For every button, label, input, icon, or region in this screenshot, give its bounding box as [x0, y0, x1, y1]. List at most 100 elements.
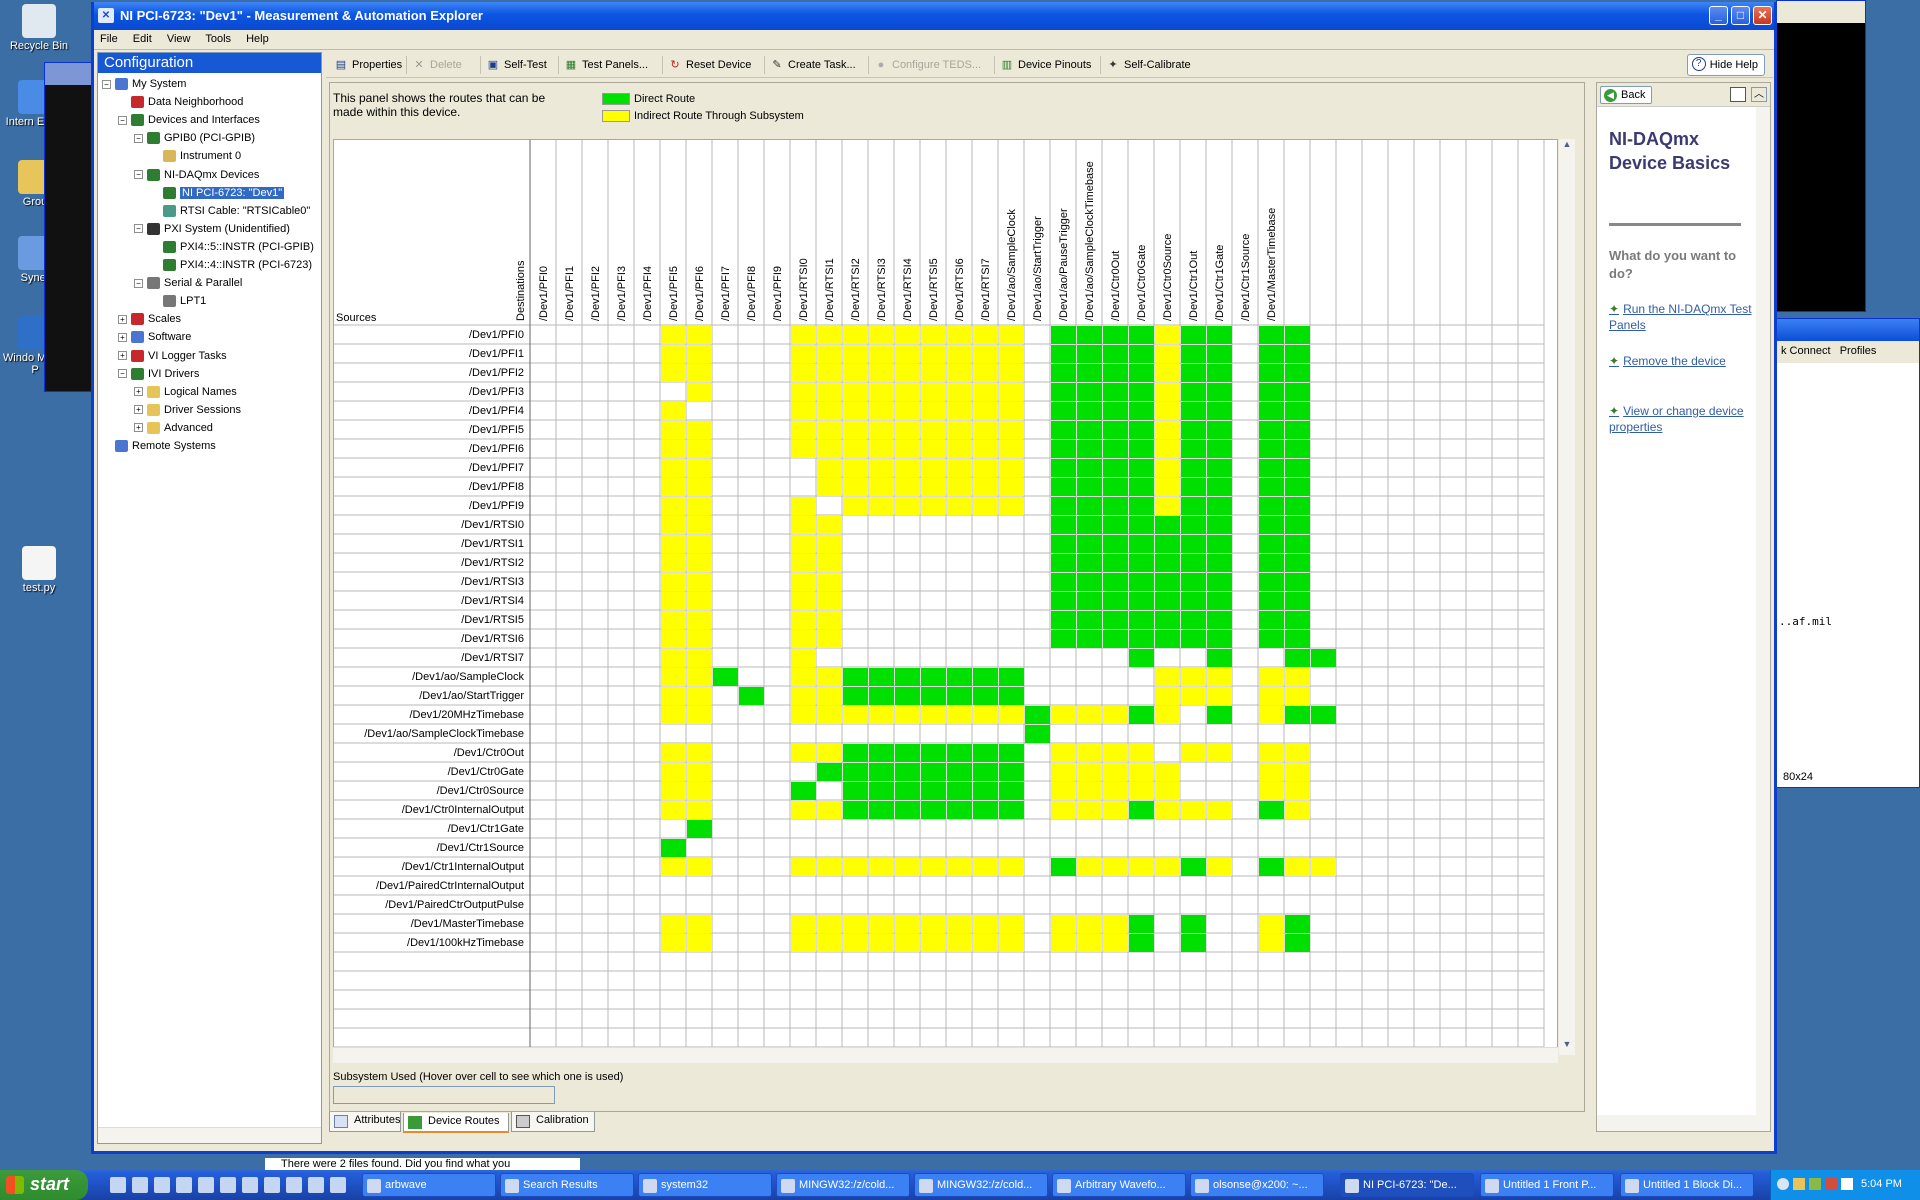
route-cell-indirect[interactable]: [843, 326, 868, 344]
route-cell-indirect[interactable]: [843, 402, 868, 420]
route-cell-direct[interactable]: [1129, 706, 1154, 724]
route-cell-indirect[interactable]: [661, 801, 686, 819]
route-cell-indirect[interactable]: [1259, 782, 1284, 800]
route-cell-indirect[interactable]: [1051, 744, 1076, 762]
route-cell-direct[interactable]: [1103, 440, 1128, 458]
route-cell-indirect[interactable]: [1311, 858, 1336, 876]
route-cell-indirect[interactable]: [869, 497, 894, 515]
toolbar-create-task-button[interactable]: ✎ Create Task...: [768, 55, 855, 75]
route-cell-direct[interactable]: [895, 744, 920, 762]
route-cell-indirect[interactable]: [791, 383, 816, 401]
route-cell-direct[interactable]: [1129, 459, 1154, 477]
route-cell-indirect[interactable]: [921, 858, 946, 876]
route-cell-direct[interactable]: [843, 763, 868, 781]
route-cell-indirect[interactable]: [1259, 668, 1284, 686]
route-cell-direct[interactable]: [947, 744, 972, 762]
route-cell-direct[interactable]: [1155, 630, 1180, 648]
route-cell-direct[interactable]: [1051, 364, 1076, 382]
route-cell-direct[interactable]: [1077, 478, 1102, 496]
expand-icon[interactable]: +: [134, 405, 143, 415]
route-cell-direct[interactable]: [1129, 421, 1154, 439]
route-cell-indirect[interactable]: [1051, 934, 1076, 952]
route-cell-indirect[interactable]: [791, 934, 816, 952]
route-cell-indirect[interactable]: [895, 440, 920, 458]
route-cell-direct[interactable]: [791, 782, 816, 800]
collapse-icon[interactable]: −: [134, 224, 143, 234]
help-vertical-scrollbar[interactable]: [1756, 107, 1770, 1115]
route-cell-indirect[interactable]: [973, 459, 998, 477]
route-cell-indirect[interactable]: [947, 440, 972, 458]
route-cell-direct[interactable]: [999, 763, 1024, 781]
route-cell-indirect[interactable]: [947, 345, 972, 363]
route-cell-direct[interactable]: [1051, 554, 1076, 572]
route-cell-indirect[interactable]: [791, 345, 816, 363]
scroll-down-arrow[interactable]: ▼: [1559, 1039, 1575, 1055]
route-cell-direct[interactable]: [1311, 706, 1336, 724]
route-cell-direct[interactable]: [999, 744, 1024, 762]
route-cell-indirect[interactable]: [1103, 858, 1128, 876]
route-cell-direct[interactable]: [1077, 364, 1102, 382]
tab-attributes[interactable]: Attributes: [329, 1112, 401, 1132]
help-window-icon[interactable]: [1730, 87, 1746, 102]
route-cell-indirect[interactable]: [1077, 744, 1102, 762]
route-cell-direct[interactable]: [1259, 383, 1284, 401]
route-cell-indirect[interactable]: [869, 364, 894, 382]
tree-node[interactable]: + Scales: [118, 310, 181, 328]
route-cell-direct[interactable]: [921, 763, 946, 781]
route-cell-direct[interactable]: [1259, 459, 1284, 477]
route-cell-indirect[interactable]: [973, 402, 998, 420]
route-cell-indirect[interactable]: [687, 744, 712, 762]
route-cell-direct[interactable]: [1129, 934, 1154, 952]
route-cell-indirect[interactable]: [661, 649, 686, 667]
route-cell-direct[interactable]: [1259, 516, 1284, 534]
tree-node[interactable]: + Software: [118, 328, 191, 346]
route-cell-indirect[interactable]: [661, 611, 686, 629]
route-cell-direct[interactable]: [973, 744, 998, 762]
route-cell-indirect[interactable]: [869, 326, 894, 344]
route-cell-indirect[interactable]: [973, 326, 998, 344]
tree-node[interactable]: NI PCI-6723: "Dev1": [150, 184, 285, 202]
route-cell-indirect[interactable]: [947, 364, 972, 382]
route-cell-direct[interactable]: [1155, 516, 1180, 534]
route-cell-direct[interactable]: [1103, 592, 1128, 610]
route-cell-direct[interactable]: [869, 763, 894, 781]
route-cell-indirect[interactable]: [791, 592, 816, 610]
route-cell-indirect[interactable]: [791, 554, 816, 572]
route-cell-direct[interactable]: [1207, 611, 1232, 629]
quicklaunch-icon-1[interactable]: [110, 1177, 126, 1193]
route-cell-indirect[interactable]: [1155, 440, 1180, 458]
route-cell-direct[interactable]: [895, 668, 920, 686]
route-cell-direct[interactable]: [843, 687, 868, 705]
route-cell-indirect[interactable]: [843, 858, 868, 876]
route-cell-indirect[interactable]: [843, 383, 868, 401]
route-cell-direct[interactable]: [1051, 402, 1076, 420]
help-link-remove-device[interactable]: ✦ Remove the device: [1609, 353, 1759, 369]
route-cell-indirect[interactable]: [1207, 801, 1232, 819]
route-cell-direct[interactable]: [1077, 459, 1102, 477]
route-cell-direct[interactable]: [1129, 345, 1154, 363]
route-cell-indirect[interactable]: [817, 573, 842, 591]
route-cell-direct[interactable]: [1285, 440, 1310, 458]
route-cell-direct[interactable]: [1285, 630, 1310, 648]
route-cell-direct[interactable]: [1129, 611, 1154, 629]
route-cell-indirect[interactable]: [661, 687, 686, 705]
route-cell-direct[interactable]: [1129, 402, 1154, 420]
route-cell-direct[interactable]: [1285, 516, 1310, 534]
tab-calibration[interactable]: Calibration: [511, 1112, 595, 1132]
route-cell-indirect[interactable]: [1155, 402, 1180, 420]
route-cell-direct[interactable]: [1207, 535, 1232, 553]
route-cell-indirect[interactable]: [687, 573, 712, 591]
route-cell-direct[interactable]: [843, 668, 868, 686]
route-cell-indirect[interactable]: [661, 782, 686, 800]
route-cell-indirect[interactable]: [661, 573, 686, 591]
route-cell-indirect[interactable]: [687, 421, 712, 439]
toolbar-reset-device-button[interactable]: ↻ Reset Device: [666, 55, 751, 75]
tree-node[interactable]: − Devices and Interfaces: [118, 111, 260, 129]
route-cell-indirect[interactable]: [1181, 744, 1206, 762]
route-cell-indirect[interactable]: [999, 858, 1024, 876]
route-cell-direct[interactable]: [1025, 706, 1050, 724]
route-cell-direct[interactable]: [1155, 535, 1180, 553]
profiles-label[interactable]: Profiles: [1840, 345, 1877, 357]
route-cell-indirect[interactable]: [687, 478, 712, 496]
route-cell-indirect[interactable]: [817, 934, 842, 952]
